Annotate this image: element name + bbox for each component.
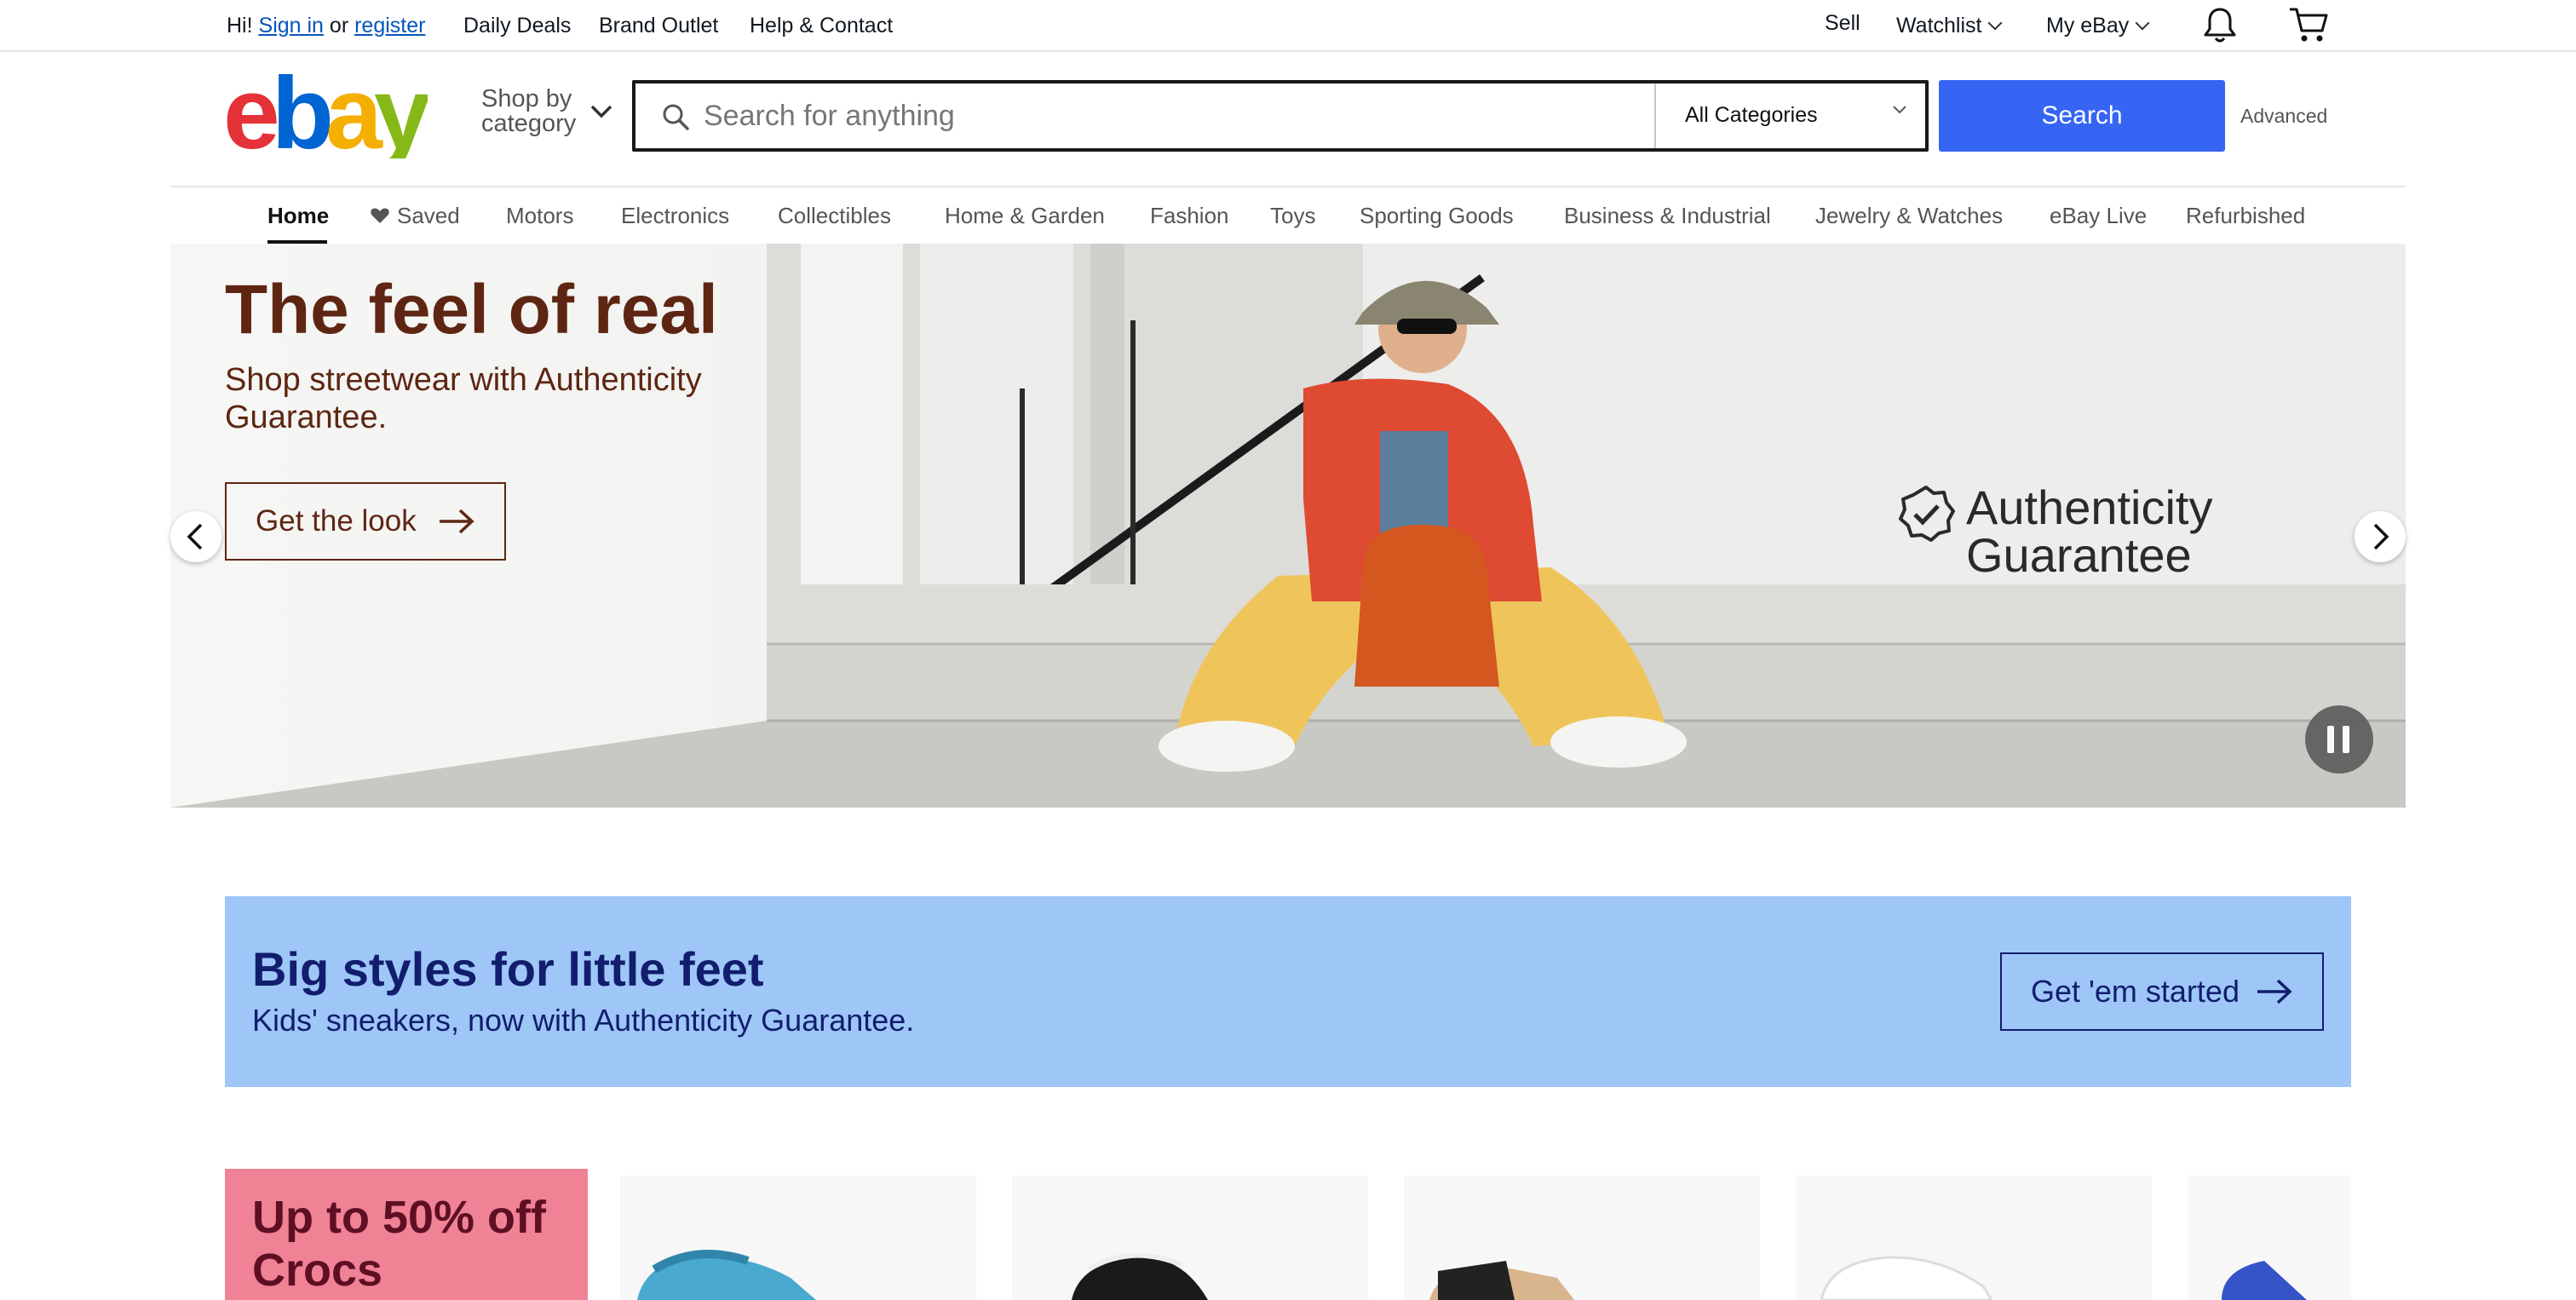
arrow-right-icon: [440, 509, 474, 534]
product-tile[interactable]: [1796, 1176, 2152, 1300]
chevron-down-icon[interactable]: [1891, 104, 1908, 120]
product-image: [1072, 1252, 1208, 1300]
daily-deals-link[interactable]: Daily Deals: [463, 13, 571, 38]
category-select[interactable]: All Categories: [1685, 102, 1818, 128]
nav-item-ebay-live[interactable]: eBay Live: [2050, 203, 2147, 228]
product-image: [1820, 1256, 1993, 1300]
nav-saved-label: Saved: [397, 203, 460, 228]
greeting-or: or: [329, 14, 349, 37]
carousel-next-button[interactable]: [2355, 511, 2406, 562]
nav-item-toys[interactable]: Toys: [1270, 203, 1315, 228]
chevron-down-icon: [2135, 15, 2150, 31]
nav-item-home[interactable]: Home: [267, 203, 329, 228]
top-utility-bar: Hi! Sign in or register Daily Deals Bran…: [0, 0, 2576, 52]
product-image: [637, 1250, 816, 1300]
hero-title: The feel of real: [225, 271, 718, 348]
product-image: [1429, 1261, 1574, 1300]
heart-icon: [371, 208, 389, 223]
cart-icon[interactable]: [2288, 5, 2329, 49]
nav-item-business-industrial[interactable]: Business & Industrial: [1564, 203, 1771, 228]
authenticity-guarantee-badge: Authenticity Guarantee: [1966, 484, 2213, 579]
shop-by-category-button[interactable]: Shop by category: [481, 87, 576, 136]
crocs-promo-card[interactable]: Up to 50% off Crocs: [225, 1169, 588, 1300]
product-tile[interactable]: [620, 1176, 976, 1300]
greeting-hi: Hi!: [227, 14, 253, 37]
category-nav: Home Saved Motors Electronics Collectibl…: [0, 187, 2576, 244]
auth-badge-line1: Authenticity: [1966, 480, 2213, 534]
watchlist-menu[interactable]: Watchlist: [1896, 13, 2003, 38]
watchlist-label: Watchlist: [1896, 14, 1982, 37]
nav-item-electronics[interactable]: Electronics: [621, 203, 729, 228]
ebay-logo[interactable]: ebay: [223, 56, 440, 170]
shop-by-line2: category: [481, 110, 577, 137]
chevron-right-icon: [2373, 523, 2389, 550]
bell-icon[interactable]: [2201, 5, 2239, 49]
nav-item-sporting-goods[interactable]: Sporting Goods: [1360, 203, 1514, 228]
authenticity-check-icon: [1899, 486, 1955, 542]
chevron-down-icon[interactable]: [589, 104, 613, 124]
pause-icon: [2327, 726, 2334, 753]
my-ebay-menu[interactable]: My eBay: [2046, 13, 2150, 38]
search-input[interactable]: [704, 92, 1624, 140]
nav-item-refurbished[interactable]: Refurbished: [2186, 203, 2305, 228]
product-image: [2222, 1261, 2307, 1300]
svg-text:ebay: ebay: [223, 73, 428, 158]
get-the-look-label: Get the look: [256, 504, 417, 538]
search-button[interactable]: Search: [1939, 80, 2225, 152]
pause-icon-bar: [2343, 726, 2349, 753]
nav-item-home-garden[interactable]: Home & Garden: [945, 203, 1105, 228]
product-tile[interactable]: [1012, 1176, 1368, 1300]
product-tile[interactable]: [1404, 1176, 1760, 1300]
help-contact-link[interactable]: Help & Contact: [750, 13, 893, 38]
nav-item-fashion[interactable]: Fashion: [1150, 203, 1229, 228]
crocs-title: Up to 50% off Crocs: [252, 1192, 546, 1296]
get-the-look-button[interactable]: Get the look: [225, 482, 506, 561]
my-ebay-label: My eBay: [2046, 14, 2130, 37]
nav-item-motors[interactable]: Motors: [506, 203, 573, 228]
get-em-started-button[interactable]: Get 'em started: [2000, 952, 2324, 1031]
search-bar: All Categories: [632, 80, 1929, 152]
greeting-text: Hi! Sign in or register: [227, 13, 425, 38]
nav-item-saved[interactable]: Saved: [370, 203, 460, 228]
search-divider: [1654, 83, 1656, 148]
sell-link[interactable]: Sell: [1825, 10, 1860, 36]
auth-badge-line2: Guarantee: [1966, 528, 2192, 582]
chevron-down-icon: [1987, 15, 2003, 31]
get-em-started-label: Get 'em started: [2031, 974, 2240, 1009]
chevron-left-icon: [187, 523, 203, 550]
pause-button[interactable]: [2305, 705, 2373, 774]
product-tile[interactable]: [2188, 1176, 2351, 1300]
carousel-previous-button[interactable]: [170, 511, 221, 562]
hero-carousel: The feel of real Shop streetwear with Au…: [170, 244, 2406, 808]
advanced-search-link[interactable]: Advanced: [2240, 104, 2327, 128]
shop-by-line1: Shop by: [481, 85, 572, 112]
register-link[interactable]: register: [354, 14, 425, 37]
hero-subtitle: Shop streetwear with Authenticity Guaran…: [225, 362, 702, 435]
search-icon: [661, 102, 690, 135]
nav-item-collectibles[interactable]: Collectibles: [778, 203, 891, 228]
arrow-right-icon: [2257, 979, 2292, 1004]
nav-item-jewelry-watches[interactable]: Jewelry & Watches: [1815, 203, 2003, 228]
crocs-product-row: [620, 1176, 2351, 1300]
promo-subtitle: Kids' sneakers, now with Authenticity Gu…: [252, 1003, 915, 1038]
kids-sneakers-banner: Big styles for little feet Kids' sneaker…: [225, 896, 2351, 1087]
brand-outlet-link[interactable]: Brand Outlet: [599, 13, 718, 38]
promo-title: Big styles for little feet: [252, 942, 764, 996]
sign-in-link[interactable]: Sign in: [259, 14, 324, 37]
